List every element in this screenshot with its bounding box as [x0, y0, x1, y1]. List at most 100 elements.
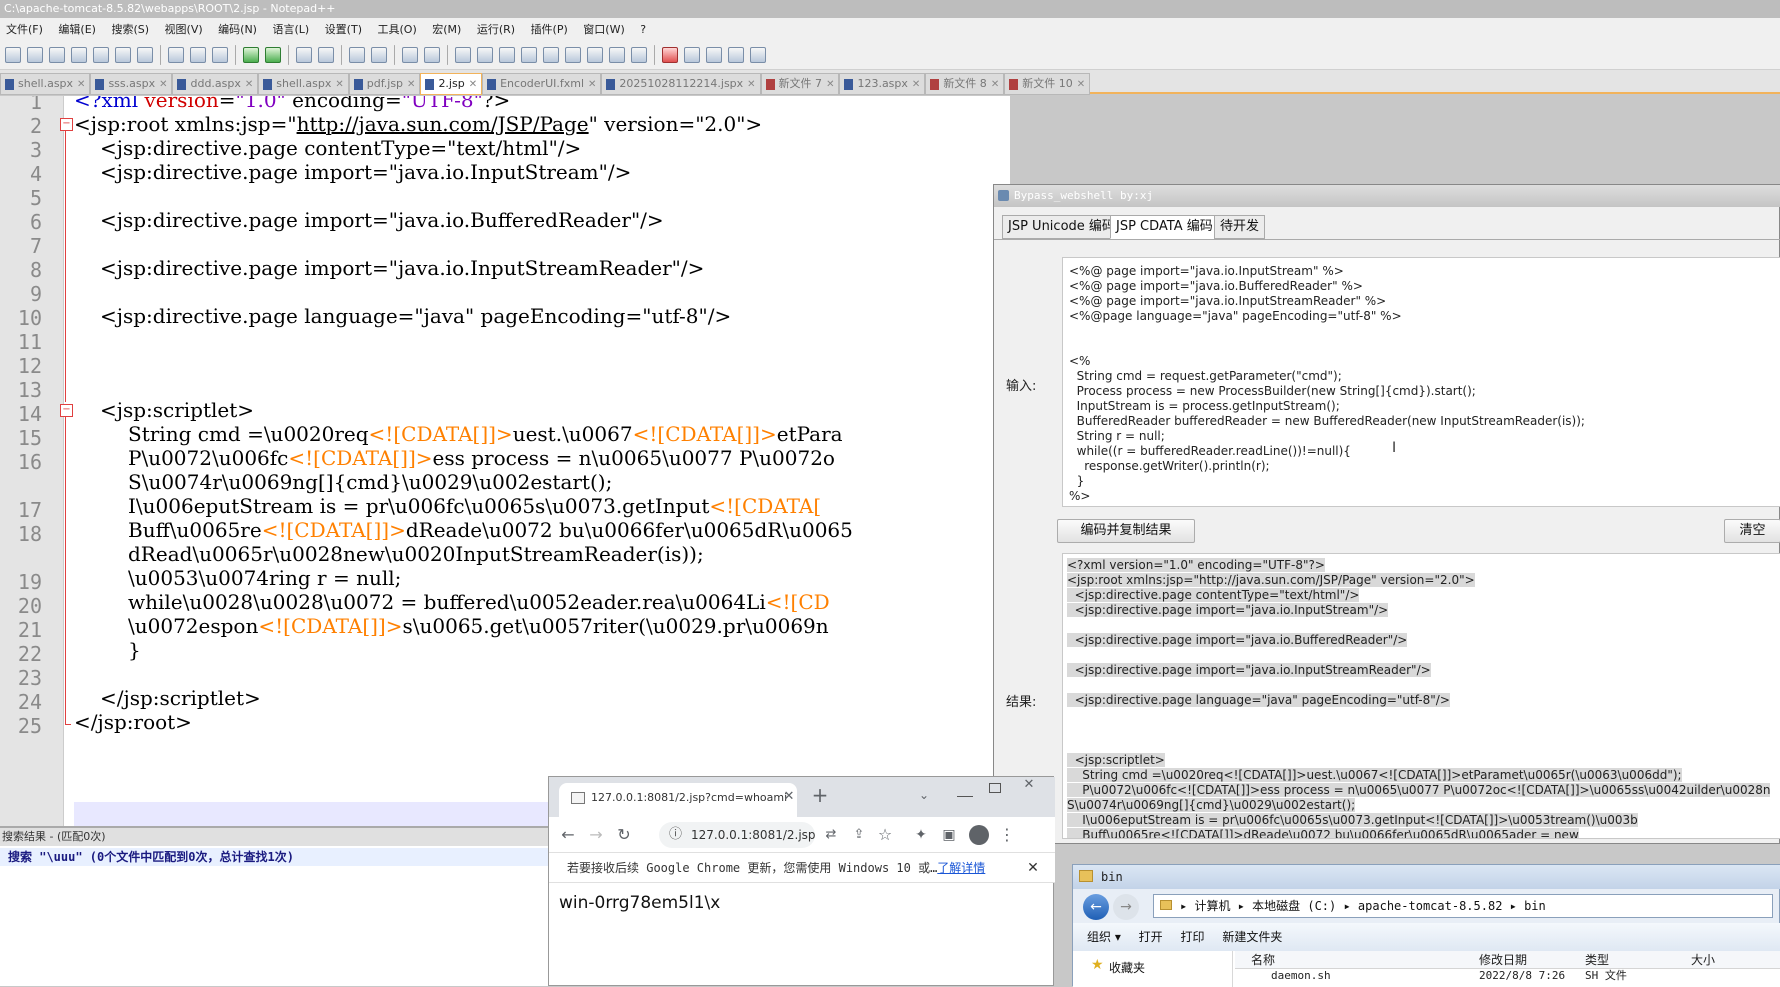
menu-language[interactable]: 语言(L) — [266, 18, 315, 37]
file-row[interactable]: daemon.sh 2022/8/8 7:26 SH 文件 — [1235, 969, 1780, 987]
tab-pdf-jsp[interactable]: pdf.jsp ✕ — [348, 73, 421, 95]
print-icon[interactable] — [137, 47, 153, 63]
col-name[interactable]: 名称 — [1251, 951, 1275, 969]
menu-window[interactable]: 窗口(W) — [577, 18, 630, 37]
new-file-icon[interactable] — [5, 47, 21, 63]
tab-todo[interactable]: 待开发 — [1214, 215, 1266, 239]
run-macro-multiple-icon[interactable] — [728, 47, 744, 63]
chrome-tab[interactable]: 127.0.0.1:8081/2.jsp?cmd=whoami — [559, 783, 797, 817]
tab-2-jsp[interactable]: 2.jsp ✕ — [420, 73, 483, 95]
save-icon[interactable] — [49, 47, 65, 63]
col-size[interactable]: 大小 — [1691, 951, 1715, 969]
site-info-icon[interactable]: ⓘ — [669, 822, 682, 848]
tab-20251028112214-jspx[interactable]: 20251028112214.jspx ✕ — [601, 73, 761, 95]
open-file-icon[interactable] — [27, 47, 43, 63]
close-tab-icon[interactable]: ✕ — [826, 75, 834, 95]
indent-guide-icon[interactable] — [499, 47, 515, 63]
maximize-icon[interactable] — [989, 783, 1001, 793]
forward-icon[interactable]: → — [583, 817, 609, 853]
open-button[interactable]: 打开 — [1139, 923, 1163, 951]
new-tab-icon[interactable]: + — [807, 777, 833, 813]
menu-encoding[interactable]: 编码(N) — [212, 18, 263, 37]
zoom-out-icon[interactable] — [371, 47, 387, 63]
find-icon[interactable] — [296, 47, 312, 63]
nav-favorites[interactable]: 收藏夹 — [1109, 961, 1145, 975]
new-folder-button[interactable]: 新建文件夹 — [1222, 923, 1282, 951]
close-tab-icon[interactable]: ✕ — [77, 75, 85, 95]
tab-123-aspx[interactable]: 123.aspx ✕ — [839, 73, 926, 95]
save-all-icon[interactable] — [71, 47, 87, 63]
close-tab-icon[interactable]: ✕ — [747, 75, 755, 95]
save-macro-icon[interactable] — [750, 47, 766, 63]
tab-new-8[interactable]: 新文件 8 ✕ — [925, 73, 1005, 95]
code-editor[interactable]: − − 1 2 3 4 5 6 7 8 9 10 11 12 13 14 15 16 17 18 19 20 21 22 2… — [0, 96, 1010, 826]
profile-avatar[interactable] — [969, 825, 989, 845]
translate-icon[interactable]: ⇄ — [819, 817, 843, 853]
share-icon[interactable]: ⇪ — [847, 817, 871, 853]
play-macro-icon[interactable] — [706, 47, 722, 63]
monitor-icon[interactable] — [609, 47, 625, 63]
address-bar[interactable]: ⓘ 127.0.0.1:8081/2.jsp?cmd=whoami — [659, 822, 815, 848]
close-tab-icon[interactable]: ✕ — [469, 75, 477, 95]
menu-help[interactable]: ? — [634, 20, 652, 36]
cut-icon[interactable] — [168, 47, 184, 63]
sync-h-icon[interactable] — [424, 47, 440, 63]
doc-map-icon[interactable] — [543, 47, 559, 63]
tab-jsp-cdata[interactable]: JSP CDATA 编码 — [1110, 215, 1219, 239]
menu-run[interactable]: 运行(R) — [471, 18, 521, 37]
tab-encoderui-fxml[interactable]: EncoderUI.fxml ✕ — [482, 73, 602, 95]
close-tab-icon[interactable]: ✕ — [159, 75, 167, 95]
explorer-path-bar[interactable]: ▸ 计算机 ▸ 本地磁盘 (C:) ▸ apache-tomcat-8.5.82… — [1153, 894, 1773, 918]
menu-settings[interactable]: 设置(T) — [319, 18, 368, 37]
close-tab-icon[interactable]: ✕ — [245, 75, 253, 95]
back-icon[interactable]: ← — [1083, 894, 1109, 920]
close-tab-icon[interactable]: ✕ — [588, 75, 596, 95]
tab-jsp-unicode[interactable]: JSP Unicode 编码 — [1002, 215, 1121, 239]
word-wrap-icon[interactable] — [455, 47, 471, 63]
close-tab-icon[interactable]: ✕ — [781, 779, 797, 815]
show-all-chars-icon[interactable] — [477, 47, 493, 63]
eye-icon[interactable] — [631, 47, 647, 63]
close-window-icon[interactable]: ✕ — [1017, 767, 1041, 803]
redo-icon[interactable] — [265, 47, 281, 63]
extensions-icon[interactable]: ✦ — [909, 817, 933, 853]
zoom-in-icon[interactable] — [349, 47, 365, 63]
tab-search-icon[interactable]: ⌄ — [911, 777, 937, 813]
tab-ddd-aspx[interactable]: ddd.aspx ✕ — [172, 73, 259, 95]
paste-icon[interactable] — [212, 47, 228, 63]
lang-icon[interactable] — [521, 47, 537, 63]
col-modified[interactable]: 修改日期 — [1479, 951, 1527, 969]
function-list-icon[interactable] — [565, 47, 581, 63]
folder-workspace-icon[interactable] — [587, 47, 603, 63]
learn-more-link[interactable]: 了解详情 — [937, 861, 985, 875]
close-all-icon[interactable] — [115, 47, 131, 63]
input-textarea[interactable]: <%@ page import="java.io.InputStream" %>… — [1062, 257, 1780, 507]
print-button[interactable]: 打印 — [1181, 923, 1205, 951]
tab-new-7[interactable]: 新文件 7 ✕ — [760, 73, 840, 95]
back-icon[interactable]: ← — [555, 817, 581, 853]
menu-search[interactable]: 搜索(S) — [105, 18, 155, 37]
close-icon[interactable] — [93, 47, 109, 63]
close-tab-icon[interactable]: ✕ — [1077, 75, 1085, 95]
menu-file[interactable]: 文件(F) — [0, 18, 49, 37]
menu-edit[interactable]: 编辑(E) — [52, 18, 102, 37]
tab-shell-aspx[interactable]: shell.aspx ✕ — [0, 73, 91, 95]
undo-icon[interactable] — [243, 47, 259, 63]
menu-view[interactable]: 视图(V) — [159, 18, 209, 37]
sync-v-icon[interactable] — [402, 47, 418, 63]
organize-button[interactable]: 组织 ▾ — [1087, 923, 1121, 951]
reload-icon[interactable]: ↻ — [611, 817, 637, 853]
menu-macro[interactable]: 宏(M) — [426, 18, 467, 37]
forward-icon[interactable]: → — [1113, 894, 1139, 920]
copy-icon[interactable] — [190, 47, 206, 63]
fold-toggle-icon[interactable]: − — [60, 404, 73, 417]
menu-tools[interactable]: 工具(O) — [372, 18, 423, 37]
minimize-icon[interactable] — [957, 785, 973, 797]
side-panel-icon[interactable]: ▣ — [937, 817, 961, 853]
close-tab-icon[interactable]: ✕ — [912, 75, 920, 95]
clear-button[interactable]: 清空 — [1724, 519, 1780, 543]
col-type[interactable]: 类型 — [1585, 951, 1609, 969]
menu-plugins[interactable]: 插件(P) — [525, 18, 574, 37]
stop-macro-icon[interactable] — [684, 47, 700, 63]
close-tab-icon[interactable]: ✕ — [407, 75, 415, 95]
